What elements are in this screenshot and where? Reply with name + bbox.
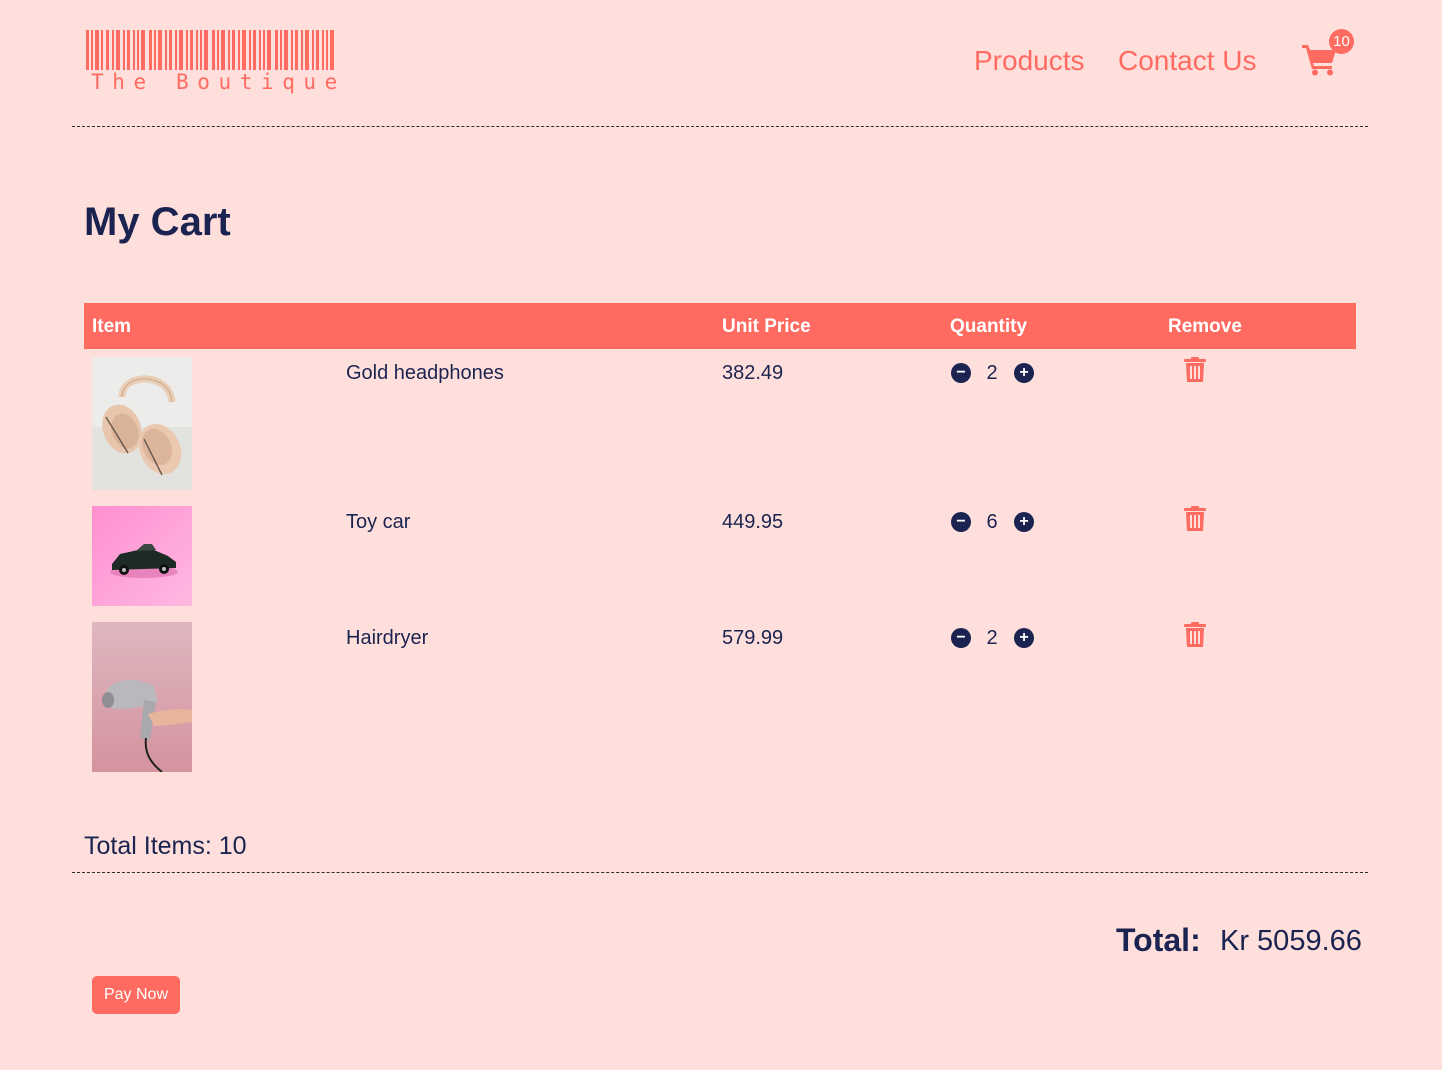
boutique-logo[interactable]: The Boutique (86, 28, 338, 94)
quantity-value: 2 (986, 362, 998, 384)
minus-circle-icon[interactable]: − (951, 512, 971, 532)
headphones-image (92, 357, 192, 490)
pay-now-button[interactable]: Pay Now (92, 976, 180, 1014)
hairdryer-image (92, 622, 192, 772)
column-header-quantity: Quantity (950, 316, 1028, 337)
total-items-value: 10 (218, 832, 247, 860)
unit-price: 382.49 (722, 362, 784, 384)
product-name: Gold headphones (346, 362, 504, 384)
site-header: The Boutique Products Contact Us 10 (0, 0, 1442, 127)
table-row: Hairdryer 579.99 − 2 + (84, 622, 1356, 772)
minus-circle-icon[interactable]: − (951, 363, 971, 383)
barcode-logo-icon (86, 30, 334, 70)
column-header-unit-price: Unit Price (722, 316, 811, 337)
unit-price: 449.95 (722, 511, 784, 533)
logo-text: The Boutique (91, 70, 346, 94)
column-header-item: Item (92, 316, 132, 337)
plus-circle-icon[interactable]: + (1014, 363, 1034, 383)
quantity-value: 6 (986, 511, 998, 533)
cart-table-header: Item Unit Price Quantity Remove (84, 303, 1356, 349)
total-items-label: Total Items: (84, 832, 212, 860)
trash-icon[interactable] (1184, 506, 1206, 531)
quantity-stepper: − 6 + (950, 510, 1040, 534)
cart-count-badge: 10 (1329, 29, 1354, 54)
plus-circle-icon[interactable]: + (1014, 628, 1034, 648)
product-name: Hairdryer (346, 627, 429, 649)
quantity-stepper: − 2 + (950, 626, 1040, 650)
quantity-value: 2 (986, 627, 998, 649)
summary-divider (72, 872, 1368, 873)
unit-price: 579.99 (722, 627, 784, 649)
minus-circle-icon[interactable]: − (951, 628, 971, 648)
total-items: Total Items: 10 (84, 832, 247, 860)
nav-contact-link[interactable]: Contact Us (1118, 44, 1257, 78)
table-row: Toy car 449.95 − 6 + (84, 506, 1356, 606)
page-title: My Cart (84, 200, 231, 244)
plus-circle-icon[interactable]: + (1014, 512, 1034, 532)
nav-products-link[interactable]: Products (974, 44, 1085, 78)
toy-car-image (92, 506, 192, 606)
header-divider (72, 126, 1368, 127)
column-header-remove: Remove (1168, 316, 1242, 337)
trash-icon[interactable] (1184, 357, 1206, 382)
quantity-stepper: − 2 + (950, 361, 1040, 385)
total-label: Total: (1116, 922, 1201, 958)
table-row: Gold headphones 382.49 − 2 + (84, 357, 1356, 491)
product-name: Toy car (346, 511, 411, 533)
total-amount: Kr 5059.66 (1220, 925, 1362, 957)
trash-icon[interactable] (1184, 622, 1206, 647)
